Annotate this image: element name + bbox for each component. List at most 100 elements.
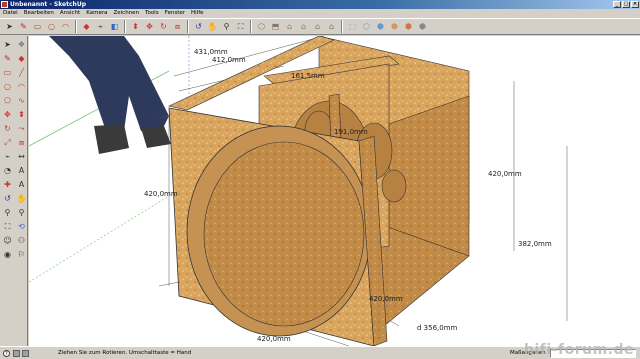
watermark-logo: hifi-forum.de <box>524 342 634 358</box>
polygon-icon[interactable]: ⬠ <box>1 94 14 107</box>
pushpull-icon[interactable]: ⬍ <box>15 108 28 121</box>
shaded-icon[interactable]: ⬢ <box>388 20 401 33</box>
select-icon[interactable]: ➤ <box>1 38 14 51</box>
monochrome-icon[interactable]: ⬢ <box>416 20 429 33</box>
geolocation-icon[interactable] <box>13 350 20 357</box>
zoom-icon[interactable]: ⚲ <box>220 20 233 33</box>
tape-icon[interactable]: ⌁ <box>94 20 107 33</box>
scale-figure-person[interactable] <box>49 36 171 154</box>
window-controls: _ □ × <box>613 1 639 8</box>
iso-view-icon[interactable]: ⬡ <box>255 20 268 33</box>
pencil-icon[interactable]: ✎ <box>1 52 14 65</box>
menu-tools[interactable]: Tools <box>145 9 159 18</box>
dim-label-431: 431,0mm <box>194 48 228 56</box>
rotate-icon[interactable]: ↻ <box>1 122 14 135</box>
toolbar-separator <box>187 20 189 33</box>
dim-label-diameter: d 356,0mm <box>417 324 458 332</box>
circle-icon[interactable]: ○ <box>45 20 58 33</box>
top-view-icon[interactable]: ⬒ <box>269 20 282 33</box>
line-icon[interactable]: ╱ <box>15 66 28 79</box>
hidden-line-icon[interactable]: ⬢ <box>374 20 387 33</box>
move-icon[interactable]: ✥ <box>143 20 156 33</box>
text-icon[interactable]: A <box>15 164 28 177</box>
front-woofer-inner[interactable] <box>203 141 365 327</box>
main-toolbar: ➤ ✎ ▭ ○ ◠ ◆ ⌁ ◧ ⬍ ✥ ↻ ⧈ ↺ ✋ ⚲ ⛶ ⬡ ⬒ ⌂ ⌂ … <box>0 18 640 35</box>
credits-icon[interactable] <box>22 350 29 357</box>
dim-label-right-height: 420,0mm <box>488 170 522 178</box>
menu-bar: Datei Bearbeiten Ansicht Kamera Zeichnen… <box>0 9 640 18</box>
xray-icon[interactable]: ⬚ <box>346 20 359 33</box>
model-canvas[interactable]: 431,0mm 412,0mm 161,5mm 191,0mm 420,0mm … <box>29 36 640 346</box>
orbit-icon[interactable]: ↺ <box>192 20 205 33</box>
menu-kamera[interactable]: Kamera <box>86 9 107 18</box>
sketchup-app-icon <box>1 1 8 8</box>
right-view-icon[interactable]: ⌂ <box>297 20 310 33</box>
circle-icon[interactable]: ○ <box>1 80 14 93</box>
pan-icon[interactable]: ✋ <box>206 20 219 33</box>
paint-icon[interactable]: ◧ <box>108 20 121 33</box>
protractor-icon[interactable]: ◔ <box>1 164 14 177</box>
zoom-extents-icon[interactable]: ⛶ <box>234 20 247 33</box>
walk-icon[interactable]: ⚇ <box>15 234 28 247</box>
pushpull-icon[interactable]: ⬍ <box>129 20 142 33</box>
toolbar-separator <box>124 20 126 33</box>
pan-icon[interactable]: ✋ <box>15 192 28 205</box>
pencil-icon[interactable]: ✎ <box>17 20 30 33</box>
freehand-icon[interactable]: ∿ <box>15 94 28 107</box>
dim-label-412: 412,0mm <box>212 56 246 64</box>
back-view-icon[interactable]: ⌂ <box>311 20 324 33</box>
menu-zeichnen[interactable]: Zeichnen <box>113 9 139 18</box>
dim-label-bottom-width: 420,0mm <box>257 335 291 343</box>
toolbar-separator <box>341 20 343 33</box>
dim-label-bottom-mid: 420,0mm <box>369 295 403 303</box>
orbit-icon[interactable]: ↺ <box>1 192 14 205</box>
axes-icon[interactable]: ✚ <box>1 178 14 191</box>
toolbar-separator <box>250 20 252 33</box>
rectangle-icon[interactable]: ▭ <box>1 66 14 79</box>
tape-icon[interactable]: ⌁ <box>1 150 14 163</box>
menu-hilfe[interactable]: Hilfe <box>191 9 204 18</box>
zoom-window-icon[interactable]: ⚲ <box>15 206 28 219</box>
3dtext-icon[interactable]: A <box>15 178 28 191</box>
zoom-extents-icon[interactable]: ⛶ <box>1 220 14 233</box>
section-icon[interactable]: ⚐ <box>15 248 28 261</box>
select-icon[interactable]: ➤ <box>3 20 16 33</box>
left-view-icon[interactable]: ⌂ <box>325 20 338 33</box>
offset-icon[interactable]: ⧈ <box>171 20 184 33</box>
component-icon[interactable]: ❖ <box>15 38 28 51</box>
title-bar: Unbenannt - SketchUp _ □ × <box>0 0 640 9</box>
status-message: Ziehen Sie zum Rotieren. Umschalttaste =… <box>58 350 192 356</box>
arc-icon[interactable]: ◠ <box>59 20 72 33</box>
textured-icon[interactable]: ⬢ <box>402 20 415 33</box>
maximize-button[interactable]: □ <box>622 1 630 8</box>
dim-label-161: 161,5mm <box>291 72 325 80</box>
menu-fenster[interactable]: Fenster <box>165 9 185 18</box>
menu-bearbeiten[interactable]: Bearbeiten <box>24 9 54 18</box>
rectangle-icon[interactable]: ▭ <box>31 20 44 33</box>
dim-label-right-outer: 382,0mm <box>518 240 552 248</box>
zoom-icon[interactable]: ⚲ <box>1 206 14 219</box>
menu-ansicht[interactable]: Ansicht <box>60 9 80 18</box>
position-camera-icon[interactable]: ☺ <box>1 234 14 247</box>
close-button[interactable]: × <box>631 1 639 8</box>
wireframe-icon[interactable]: ⬡ <box>360 20 373 33</box>
previous-icon[interactable]: ⟲ <box>15 220 28 233</box>
status-icons <box>13 350 43 357</box>
minimize-button[interactable]: _ <box>613 1 621 8</box>
window-title: Unbenannt - SketchUp <box>10 1 86 8</box>
scale-icon[interactable]: ⤢ <box>1 136 14 149</box>
move-icon[interactable]: ✥ <box>1 108 14 121</box>
menu-datei[interactable]: Datei <box>3 9 18 18</box>
rotate-icon[interactable]: ↻ <box>157 20 170 33</box>
help-icon[interactable]: ? <box>3 350 10 357</box>
rear-port-small[interactable] <box>381 169 407 203</box>
followme-icon[interactable]: ⤳ <box>15 122 28 135</box>
arc-icon[interactable]: ◠ <box>15 80 28 93</box>
front-view-icon[interactable]: ⌂ <box>283 20 296 33</box>
dimension-icon[interactable]: ↔ <box>15 150 28 163</box>
eraser-icon[interactable]: ◆ <box>15 52 28 65</box>
lookaround-icon[interactable]: ◉ <box>1 248 14 261</box>
offset-icon[interactable]: ⧈ <box>15 136 28 149</box>
eraser-icon[interactable]: ◆ <box>80 20 93 33</box>
drawing-viewport[interactable]: 431,0mm 412,0mm 161,5mm 191,0mm 420,0mm … <box>29 36 640 346</box>
